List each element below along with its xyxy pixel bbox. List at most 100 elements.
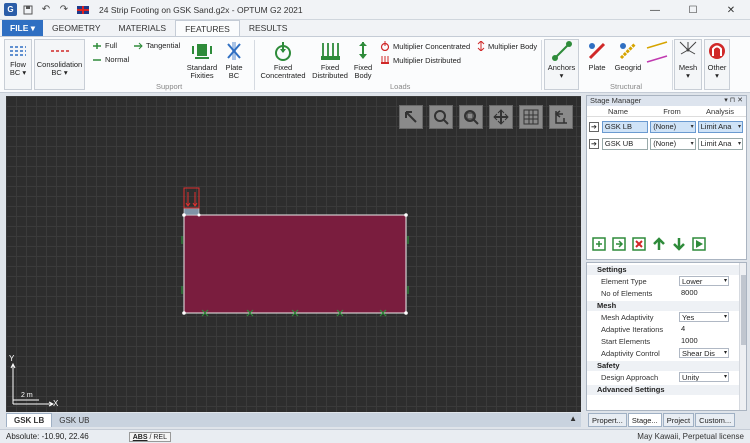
scale-bar-label: 2 m — [21, 392, 33, 399]
ribbon-separator — [541, 40, 542, 90]
add-stage-icon[interactable] — [592, 237, 606, 251]
from-dropdown[interactable]: (None) ▾ — [650, 137, 696, 150]
mesh-section[interactable]: Mesh — [587, 301, 746, 311]
stage-select-arrow-icon[interactable]: ➔ — [589, 121, 599, 132]
axis-x-label: X — [53, 399, 59, 408]
normal-fixity-button[interactable]: Normal — [92, 55, 129, 64]
hinge-icon — [646, 55, 668, 63]
from-dropdown[interactable]: (None) ▾ — [650, 120, 696, 133]
scroll-up-icon[interactable]: ▲ — [569, 414, 577, 423]
tab-stage[interactable]: Stage... — [627, 413, 662, 427]
model-viewport[interactable]: Y X 2 m — [6, 96, 581, 412]
multiplier-concentrated-button[interactable]: Multiplier Concentrated — [380, 41, 470, 51]
loads-group-label: Loads — [390, 82, 411, 91]
design-approach-select[interactable]: Unity ▾ — [679, 372, 729, 382]
fixed-concentrated-button[interactable]: Fixed Concentrated — [258, 40, 308, 80]
full-fixity-button[interactable]: Full — [92, 41, 117, 50]
tab-materials[interactable]: MATERIALS — [110, 20, 176, 36]
consolidation-bc-button[interactable]: Consolidation BC ▾ — [34, 43, 85, 77]
no-of-elements-input[interactable]: 8000 — [679, 288, 729, 298]
stage-manager-columns: Name From Analysis — [587, 106, 746, 117]
tab-results[interactable]: RESULTS — [240, 20, 297, 36]
structural-group-label: Structural — [610, 82, 643, 91]
fixed-body-button[interactable]: Fixed Body — [351, 40, 375, 80]
plate-bc-icon — [227, 42, 241, 60]
tab-properties[interactable]: Propert... — [588, 413, 627, 427]
multiplier-distributed-button[interactable]: Multiplier Distributed — [380, 55, 461, 65]
mesh-button[interactable]: Mesh ▾ — [674, 40, 702, 80]
tab-geometry[interactable]: GEOMETRY — [43, 20, 110, 36]
plate-bc-button[interactable]: Plate BC — [222, 40, 246, 80]
tangential-fixity-icon — [134, 42, 143, 49]
standard-fixities-button[interactable]: Standard Fixities — [185, 40, 219, 80]
advanced-settings-section[interactable]: Advanced Settings — [587, 385, 746, 395]
analysis-dropdown[interactable]: Limit Ana ▾ — [697, 120, 743, 133]
panel-tabs: Propert... Stage... Project Custom... — [588, 413, 748, 427]
stage-row[interactable]: ➔ GSK UB (None) ▾ Limit Ana ▾ — [589, 137, 745, 150]
stage-tab-gsk-ub[interactable]: GSK UB — [52, 413, 96, 427]
full-fixity-icon — [93, 42, 101, 49]
footing-load-arrows — [183, 187, 200, 209]
connector-icon — [646, 41, 668, 49]
normal-fixity-icon — [93, 58, 101, 61]
plate-button[interactable]: Plate — [584, 40, 610, 72]
delete-stage-icon[interactable] — [632, 237, 646, 251]
connector-tool-button[interactable] — [646, 41, 671, 49]
flow-bc-icon — [10, 46, 26, 56]
adaptivity-control-select[interactable]: Shear Dis ▾ — [679, 348, 729, 358]
copy-stage-icon[interactable] — [612, 237, 626, 251]
tab-project[interactable]: Project — [662, 413, 695, 427]
fixed-distributed-icon — [321, 43, 340, 60]
settings-section[interactable]: Settings — [587, 265, 746, 275]
run-icon[interactable] — [692, 237, 706, 251]
abs-rel-toggle[interactable]: ABS / REL — [128, 431, 171, 442]
license-text: May Kawaii, Perpetual license — [637, 432, 744, 441]
multiplier-body-icon — [477, 41, 485, 51]
flow-bc-button[interactable]: Flow BC ▾ — [5, 43, 31, 77]
anchors-button[interactable]: Anchors ▾ — [544, 40, 579, 80]
fixed-body-icon — [359, 42, 367, 59]
undo-icon[interactable]: ↶ — [39, 3, 53, 17]
maximize-button[interactable]: ☐ — [674, 0, 712, 20]
title-bar: G ↶ ↷ 24 Strip Footing on GSK Sand.g2x -… — [0, 0, 750, 20]
axis-triad — [10, 362, 55, 407]
properties-scrollbar[interactable] — [739, 263, 746, 410]
geogrid-button[interactable]: Geogrid — [612, 40, 644, 72]
minimize-button[interactable]: — — [636, 0, 674, 20]
fixed-distributed-button[interactable]: Fixed Distributed — [309, 40, 351, 80]
adaptive-iterations-input[interactable]: 4 — [679, 324, 729, 334]
model-canvas — [10, 187, 409, 407]
start-elements-input[interactable]: 1000 — [679, 336, 729, 346]
no-of-elements-row: No of Elements 8000 — [587, 287, 746, 299]
mesh-adaptivity-select[interactable]: Yes ▾ — [679, 312, 729, 322]
move-up-icon[interactable] — [652, 237, 666, 251]
ribbon-tabs: FILE ▾ GEOMETRY MATERIALS FEATURES RESUL… — [0, 20, 750, 36]
multiplier-body-button[interactable]: Multiplier Body — [477, 41, 537, 51]
ribbon-separator — [672, 40, 673, 90]
other-magnet-icon — [709, 43, 725, 59]
cursor-coordinates: Absolute: -10.90, 22.46 — [6, 432, 89, 441]
safety-section[interactable]: Safety — [587, 361, 746, 371]
stage-tab-gsk-lb[interactable]: GSK LB — [6, 413, 53, 427]
other-button[interactable]: Other ▾ — [704, 40, 730, 80]
stage-row[interactable]: ➔ GSK LB (None) ▾ Limit Ana ▾ — [589, 120, 745, 133]
start-elements-row: Start Elements 1000 — [587, 335, 746, 347]
mesh-adaptivity-row: Mesh Adaptivity Yes ▾ — [601, 312, 729, 322]
language-flag-icon[interactable] — [77, 5, 89, 14]
save-icon[interactable] — [21, 3, 35, 17]
element-type-select[interactable]: Lower ▾ — [679, 276, 729, 286]
tab-custom[interactable]: Custom... — [695, 413, 736, 427]
close-button[interactable]: ✕ — [712, 0, 750, 20]
analysis-dropdown[interactable]: Limit Ana ▾ — [697, 137, 743, 150]
mesh-icon — [679, 41, 697, 55]
stage-toolbar — [592, 237, 712, 251]
anchors-icon — [551, 41, 572, 61]
tab-file[interactable]: FILE ▾ — [2, 20, 44, 36]
redo-icon[interactable]: ↷ — [57, 3, 71, 17]
tab-features[interactable]: FEATURES — [175, 20, 240, 36]
tangential-fixity-button[interactable]: Tangential — [133, 41, 180, 50]
move-down-icon[interactable] — [672, 237, 686, 251]
panel-controls-icon[interactable]: ▾ ⊓ ✕ — [724, 96, 743, 106]
hinge-tool-button[interactable] — [646, 55, 671, 63]
stage-select-arrow-icon[interactable]: ➔ — [589, 138, 599, 149]
